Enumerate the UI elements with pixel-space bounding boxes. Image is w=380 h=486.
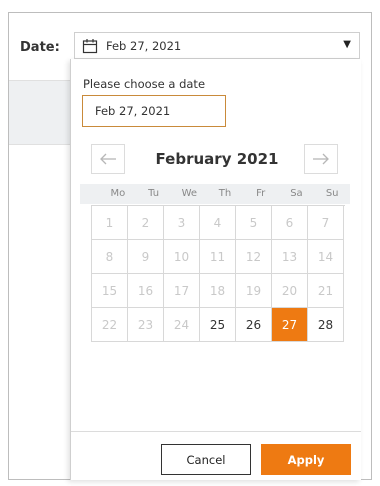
calendar-day: 4 [200,206,236,240]
weekday-label: Mo [110,188,126,199]
calendar-day: 16 [128,274,164,308]
background-row [9,80,74,145]
datepicker-prompt: Please choose a date [83,77,206,91]
calendar-day[interactable]: 25 [200,308,236,342]
date-select[interactable]: Feb 27, 2021 ▼ [74,32,360,59]
prev-month-button[interactable] [91,144,125,174]
calendar-day: 13 [272,240,308,274]
calendar-day[interactable]: 28 [308,308,344,342]
calendar-day: 19 [236,274,272,308]
month-title: February 2021 [155,150,279,168]
calendar-day-selected[interactable]: 27 [272,308,308,342]
calendar-day: 5 [236,206,272,240]
calendar-day: 24 [164,308,200,342]
calendar-day: 23 [128,308,164,342]
datepicker-popup: Please choose a date February 2021 Mo Tu… [70,59,361,480]
arrow-left-icon [100,153,116,165]
calendar-day: 14 [308,240,344,274]
calendar-day: 1 [92,206,128,240]
next-month-button[interactable] [304,144,338,174]
calendar-day: 12 [236,240,272,274]
apply-button[interactable]: Apply [261,444,351,475]
calendar-icon [82,38,98,53]
weekday-label: Tu [148,188,160,199]
weekday-label: Fr [256,188,266,199]
calendar-day: 9 [128,240,164,274]
calendar-day: 20 [272,274,308,308]
calendar-day: 22 [92,308,128,342]
calendar-day: 21 [308,274,344,308]
calendar-day: 2 [128,206,164,240]
calendar-day: 3 [164,206,200,240]
calendar-day: 10 [164,240,200,274]
arrow-right-icon [313,153,329,165]
weekday-label: We [181,188,198,199]
weekday-header: Mo Tu We Th Fr Sa Su [80,184,350,204]
calendar-day: 18 [200,274,236,308]
calendar-day: 7 [308,206,344,240]
weekday-label: Su [325,188,339,199]
weekday-label: Sa [290,188,303,199]
date-label: Date: [20,40,60,55]
weekday-label: Th [218,188,232,199]
caret-down-icon: ▼ [343,39,351,50]
calendar-day: 11 [200,240,236,274]
calendar-day: 8 [92,240,128,274]
calendar-day: 15 [92,274,128,308]
calendar-day[interactable]: 26 [236,308,272,342]
calendar-day: 6 [272,206,308,240]
date-select-value: Feb 27, 2021 [106,38,182,53]
date-input[interactable] [82,95,226,127]
cancel-button[interactable]: Cancel [161,444,251,475]
footer-divider [71,431,361,432]
calendar-day: 17 [164,274,200,308]
calendar-grid: 1 2 3 4 5 6 7 8 9 10 11 12 13 14 15 16 17 18 19 20 21 22 23 24 2… [91,205,345,342]
